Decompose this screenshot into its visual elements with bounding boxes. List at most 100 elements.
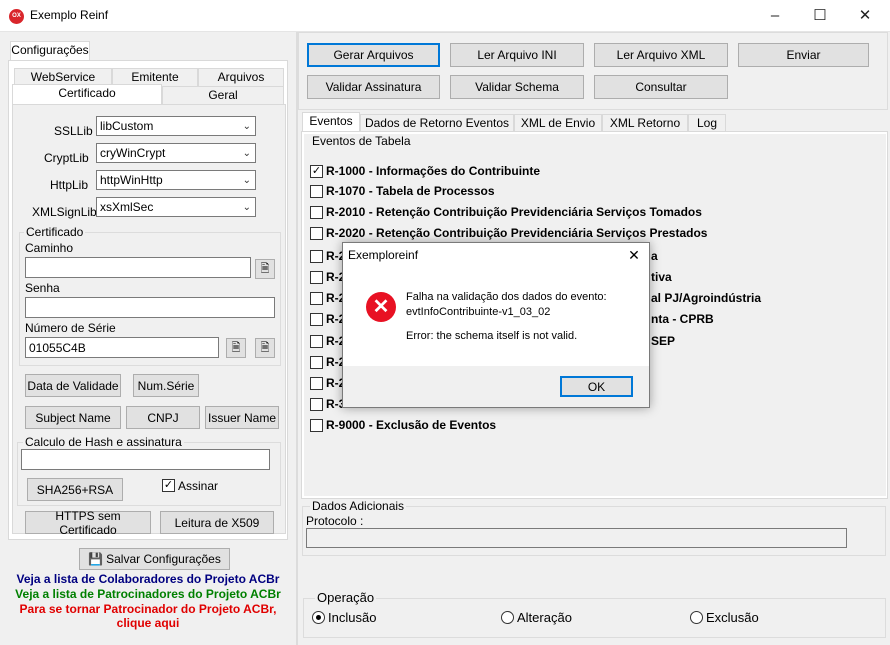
radio-exclusao[interactable]	[690, 611, 703, 624]
browse-file-icon[interactable]: 🗎	[255, 259, 275, 279]
num-serie-button[interactable]: Num.Série	[133, 374, 199, 397]
event-label: R-1070 - Tabela de Processos	[326, 184, 495, 198]
close-button[interactable]: ✕	[842, 4, 888, 28]
event-checkbox[interactable]	[310, 271, 323, 284]
tab-geral[interactable]: Geral	[162, 86, 284, 104]
splitter[interactable]	[296, 32, 298, 645]
tab-arquivos[interactable]: Arquivos	[198, 68, 284, 86]
radio-alteracao[interactable]	[501, 611, 514, 624]
event-label: R-9000 - Exclusão de Eventos	[326, 418, 497, 432]
chevron-down-icon: ⌄	[242, 121, 251, 132]
xmlsignlib-select[interactable]: xsXmlSec ⌄	[96, 197, 256, 217]
https-sem-cert-button[interactable]: HTTPS sem Certificado	[25, 509, 151, 537]
cryptlib-label: CryptLib	[44, 151, 89, 165]
tab-dados-retorno[interactable]: Dados de Retorno Eventos	[360, 114, 514, 132]
clique-aqui-link[interactable]: clique aqui	[8, 616, 288, 630]
event-checkbox[interactable]	[310, 292, 323, 305]
radio-inclusao[interactable]	[312, 611, 325, 624]
data-validade-button[interactable]: Data de Validade	[25, 374, 121, 397]
event-checkbox[interactable]	[310, 356, 323, 369]
assinar-label: Assinar	[178, 479, 219, 493]
event-checkbox[interactable]	[310, 313, 323, 326]
serie-label: Número de Série	[25, 321, 116, 335]
dialog-close-icon[interactable]: ✕	[624, 245, 644, 265]
senha-label: Senha	[25, 281, 60, 295]
error-icon: ✕	[366, 292, 396, 322]
issuer-name-button[interactable]: Issuer Name	[205, 406, 279, 429]
tab-certificado[interactable]: Certificado	[12, 84, 162, 104]
xmlsignlib-label: XMLSignLib	[32, 205, 97, 219]
dialog-title: Exemploreinf	[348, 248, 419, 262]
cryptlib-select[interactable]: cryWinCrypt ⌄	[96, 143, 256, 163]
validar-schema-button[interactable]: Validar Schema	[450, 75, 584, 99]
assinar-checkbox[interactable]: ✓	[162, 479, 175, 492]
event-checkbox[interactable]	[310, 206, 323, 219]
app-icon: OX	[9, 9, 24, 24]
colaboradores-link[interactable]: Veja a lista de Colaboradores do Projeto…	[8, 572, 288, 586]
event-checkbox[interactable]	[310, 419, 323, 432]
event-checkbox[interactable]	[310, 335, 323, 348]
event-label: R-2010 - Retenção Contribuição Previdenc…	[326, 205, 702, 219]
ssllib-value: libCustom	[100, 119, 154, 133]
event-checkbox[interactable]	[310, 250, 323, 263]
event-label: R-1000 - Informações do Contribuinte	[326, 164, 541, 178]
salvar-config-button[interactable]: 💾 Salvar Configurações	[79, 548, 230, 570]
event-checkbox[interactable]: ✓	[310, 165, 323, 178]
chevron-down-icon: ⌄	[242, 175, 251, 186]
sha256-button[interactable]: SHA256+RSA	[27, 478, 123, 501]
httplib-select[interactable]: httpWinHttp ⌄	[96, 170, 256, 190]
tab-log[interactable]: Log	[688, 114, 726, 132]
subject-name-button[interactable]: Subject Name	[25, 406, 121, 429]
patrocinadores-link[interactable]: Veja a lista de Patrocinadores do Projet…	[8, 587, 288, 601]
eventos-group-title: Eventos de Tabela	[310, 134, 413, 148]
inclusao-label: Inclusão	[328, 610, 377, 625]
cnpj-button[interactable]: CNPJ	[126, 406, 200, 429]
cryptlib-value: cryWinCrypt	[100, 146, 166, 160]
ssllib-select[interactable]: libCustom ⌄	[96, 116, 256, 136]
event-label-suffix: al PJ/Agroindústria	[651, 291, 762, 305]
caminho-input[interactable]	[25, 257, 251, 278]
consultar-button[interactable]: Consultar	[594, 75, 728, 99]
ler-ini-button[interactable]: Ler Arquivo INI	[450, 43, 584, 67]
tab-configuracoes[interactable]: Configurações	[10, 41, 90, 61]
serie-input[interactable]: 01055C4B	[25, 337, 219, 358]
leitura-x509-button[interactable]: Leitura de X509	[160, 511, 274, 534]
operacao-title: Operação	[315, 590, 377, 605]
event-checkbox[interactable]	[310, 185, 323, 198]
protocolo-label: Protocolo :	[306, 514, 364, 528]
list-cert-icon[interactable]: 🗎	[255, 338, 275, 358]
dados-adicionais-title: Dados Adicionais	[310, 499, 407, 513]
save-icon: 💾	[88, 552, 104, 566]
xmlsignlib-value: xsXmlSec	[100, 200, 154, 214]
caminho-label: Caminho	[25, 241, 74, 255]
alteracao-label: Alteração	[517, 610, 572, 625]
event-checkbox[interactable]	[310, 377, 323, 390]
event-label: R-2020 - Retenção Contribuição Previdenc…	[326, 226, 708, 240]
window-title: Exemplo Reinf	[30, 8, 109, 22]
tab-xml-retorno[interactable]: XML Retorno	[602, 114, 688, 132]
dialog-ok-button[interactable]: OK	[560, 376, 633, 397]
hash-input[interactable]	[21, 449, 270, 470]
event-checkbox[interactable]	[310, 227, 323, 240]
select-cert-icon[interactable]: 🗎	[226, 338, 246, 358]
event-checkbox[interactable]	[310, 398, 323, 411]
maximize-button[interactable]: ☐	[797, 4, 843, 28]
exclusao-label: Exclusão	[706, 610, 759, 625]
protocolo-input[interactable]	[306, 528, 847, 548]
senha-input[interactable]	[25, 297, 275, 318]
tab-eventos[interactable]: Eventos	[302, 112, 360, 132]
gerar-arquivos-button[interactable]: Gerar Arquivos	[307, 43, 440, 67]
chevron-down-icon: ⌄	[242, 202, 251, 213]
certificado-group-title: Certificado	[24, 225, 86, 239]
tornar-patrocinador-link[interactable]: Para se tornar Patrocinador do Projeto A…	[8, 602, 288, 616]
salvar-label: Salvar Configurações	[106, 552, 221, 566]
minimize-button[interactable]: –	[752, 4, 798, 28]
validar-assinatura-button[interactable]: Validar Assinatura	[307, 75, 440, 99]
dialog-line1: Falha na validação dos dados do evento:	[406, 291, 607, 303]
event-label-suffix: nta - CPRB	[651, 312, 714, 326]
ler-xml-button[interactable]: Ler Arquivo XML	[594, 43, 728, 67]
enviar-button[interactable]: Enviar	[738, 43, 869, 67]
hash-group-title: Calculo de Hash e assinatura	[23, 435, 184, 449]
event-label-suffix: tiva	[651, 270, 672, 284]
tab-xml-envio[interactable]: XML de Envio	[514, 114, 602, 132]
